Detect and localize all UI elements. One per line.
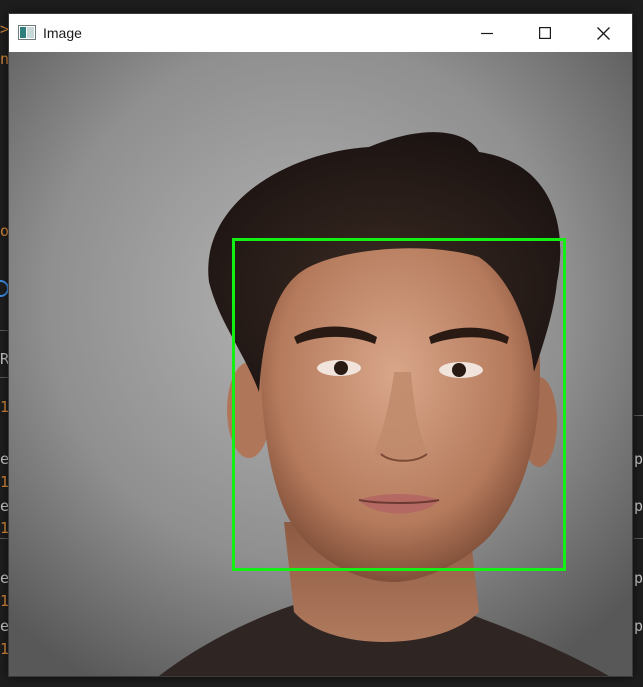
bg-frag: p (634, 497, 643, 515)
minimize-button[interactable] (464, 14, 510, 52)
image-window-icon (18, 25, 36, 40)
maximize-button[interactable] (522, 14, 568, 52)
bg-divider (634, 538, 643, 539)
maximize-icon (539, 27, 551, 39)
title-bar[interactable]: Image (9, 14, 632, 52)
bg-divider (634, 415, 643, 416)
bg-divider (0, 330, 8, 331)
close-icon (596, 26, 610, 40)
bg-frag: p (634, 450, 643, 468)
image-canvas (9, 52, 632, 676)
image-window[interactable]: Image (8, 13, 633, 677)
bg-frag: p (634, 617, 643, 635)
close-button[interactable] (580, 14, 626, 52)
minimize-icon (481, 32, 493, 35)
face-detection-box (232, 238, 566, 571)
window-title: Image (43, 25, 82, 41)
bg-divider (0, 538, 8, 539)
bg-frag: p (634, 569, 643, 587)
bg-divider (0, 377, 8, 378)
